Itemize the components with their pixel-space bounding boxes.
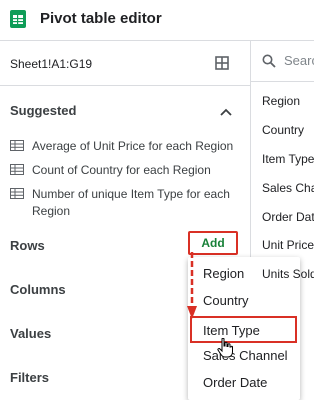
menu-item-label: Region <box>203 266 245 281</box>
field-item[interactable]: Units Sold <box>262 267 314 281</box>
field-item[interactable]: Order Date <box>262 210 314 224</box>
field-search-row[interactable]: Search <box>251 41 314 82</box>
field-item[interactable]: Region <box>262 94 300 108</box>
select-range-icon[interactable] <box>215 56 229 70</box>
chevron-up-icon[interactable] <box>220 108 232 116</box>
suggestion-label: Number of unique Item Type for each Regi… <box>32 187 230 218</box>
suggestion-label: Average of Unit Price for each Region <box>32 139 234 153</box>
sheets-icon <box>10 10 26 28</box>
table-icon <box>10 188 24 199</box>
suggestion-label: Count of Country for each Region <box>32 163 211 177</box>
search-input[interactable]: Search <box>284 53 314 68</box>
editor-header: Pivot table editor <box>0 0 314 41</box>
fields-panel: Search Region Country Item Type Sales Ch… <box>251 41 314 400</box>
page-title: Pivot table editor <box>40 10 162 27</box>
guide-arrow-icon <box>187 252 197 319</box>
table-icon <box>10 140 24 151</box>
field-item[interactable]: Unit Price <box>262 238 314 252</box>
data-range-value: Sheet1!A1:G19 <box>10 57 93 71</box>
table-icon <box>10 164 24 175</box>
hand-cursor-icon <box>217 338 233 358</box>
field-item[interactable]: Item Type <box>262 152 314 166</box>
values-heading: Values <box>10 326 52 341</box>
field-item[interactable]: Sales Channel <box>262 181 314 195</box>
columns-heading: Columns <box>10 282 66 297</box>
field-item[interactable]: Country <box>262 123 304 137</box>
data-range-row[interactable]: Sheet1!A1:G19 <box>0 41 250 86</box>
suggested-heading: Suggested <box>10 103 77 118</box>
rows-heading: Rows <box>10 238 45 253</box>
menu-item-label: Country <box>203 293 249 308</box>
filters-heading: Filters <box>10 370 50 385</box>
add-label: Add <box>201 236 225 250</box>
search-icon <box>262 54 276 68</box>
